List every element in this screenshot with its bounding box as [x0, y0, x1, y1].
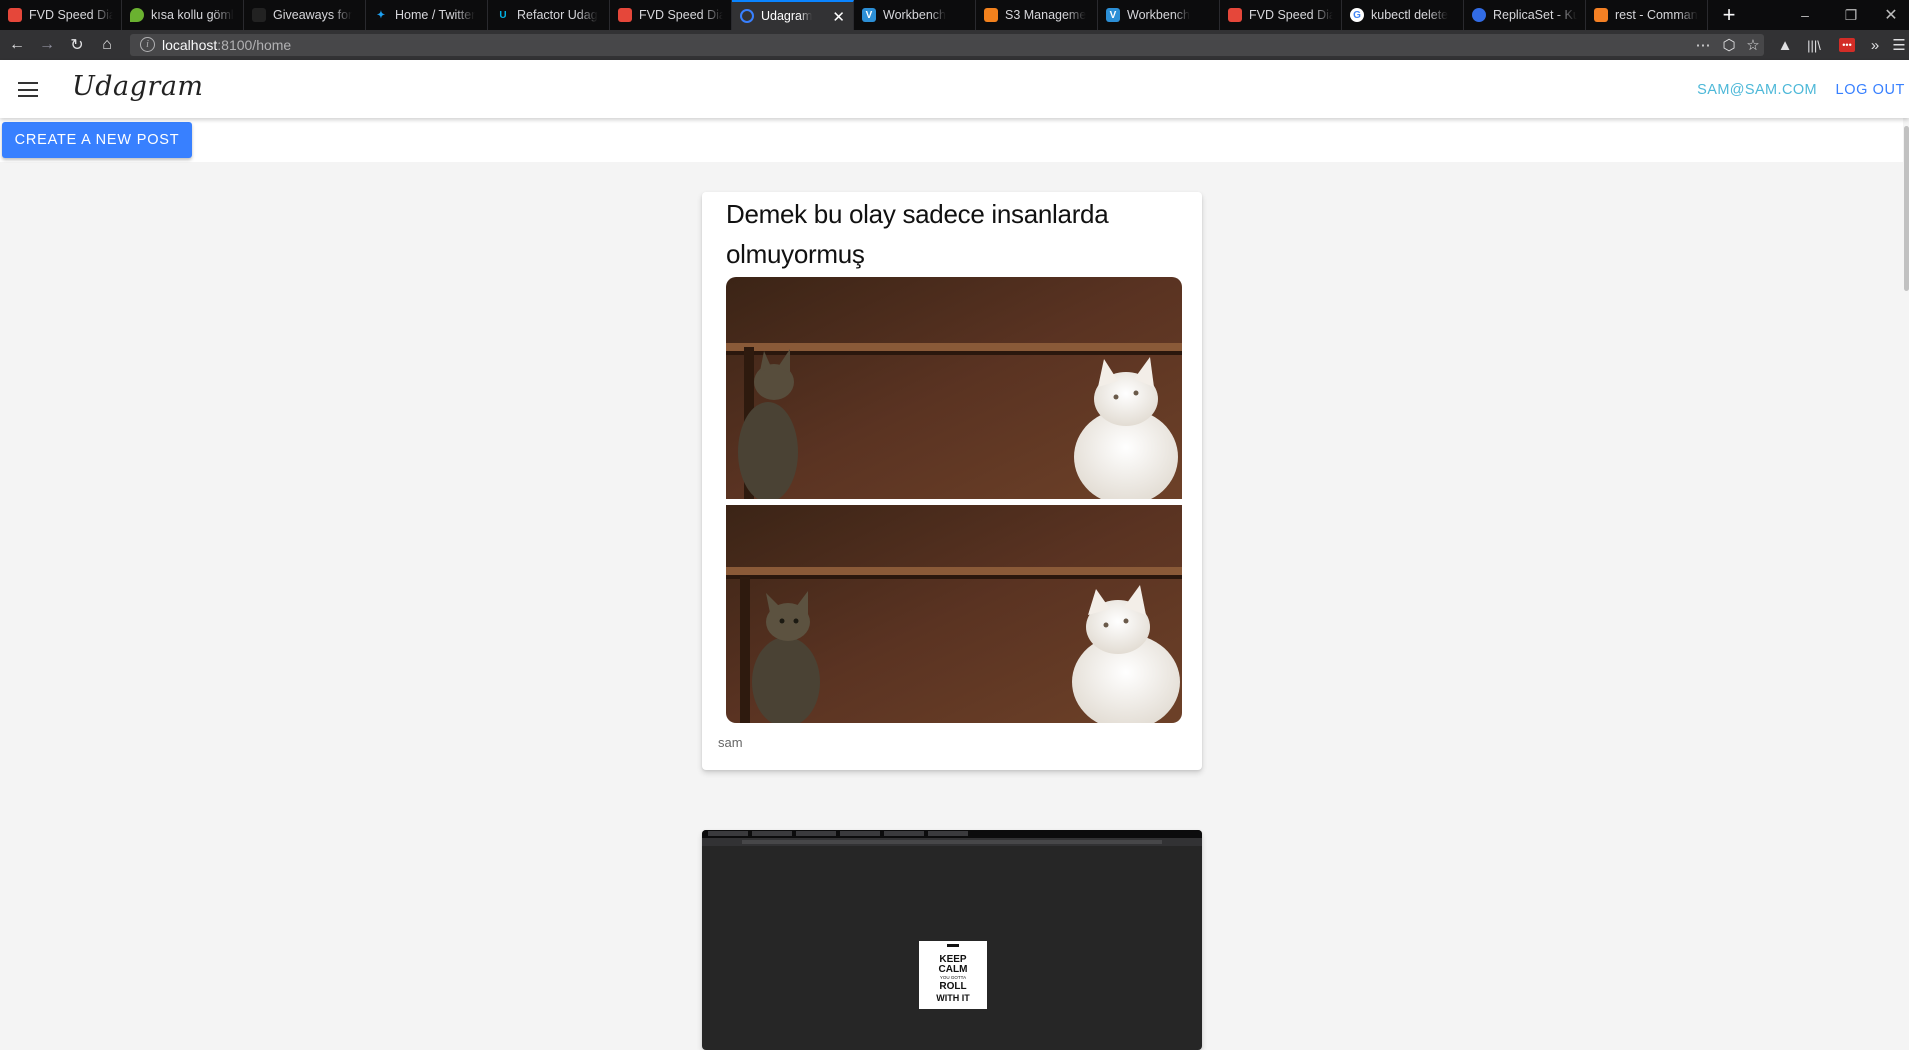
action-row: CREATE A NEW POST [0, 118, 1909, 162]
udacity-icon: U [499, 9, 507, 21]
browser-tab-label: FVD Speed Dial [1249, 8, 1333, 22]
browser-tab[interactable]: Gkubectl delete [1342, 0, 1464, 30]
create-post-button[interactable]: CREATE A NEW POST [2, 122, 192, 158]
post-card: Demek bu olay sadece insanlarda olmuyorm… [702, 192, 1202, 770]
more-actions-icon[interactable]: ⋯ [1690, 30, 1716, 60]
post-caption: Demek bu olay sadece insanlarda olmuyorm… [726, 199, 1109, 269]
browser-tab-label: Workbench [883, 8, 946, 22]
forward-icon[interactable]: → [32, 30, 62, 60]
new-tab-button[interactable]: + [1713, 0, 1745, 30]
browser-tab-label: rest - Comman [1615, 8, 1698, 22]
browser-tab-label: Refactor Udag [517, 8, 598, 22]
browser-tab[interactable]: V Workbench [854, 0, 976, 30]
browser-tab[interactable]: rest - Comman [1586, 0, 1708, 30]
url-host: localhost [162, 37, 218, 53]
poster-line-roll: ROLL [939, 981, 966, 992]
browser-tab[interactable]: Giveaways for [244, 0, 366, 30]
browser-tab-label: Udagram [761, 9, 813, 23]
url-path: :8100/home [217, 37, 292, 53]
user-email-link[interactable]: SAM@SAM.COM [1697, 82, 1817, 98]
reload-icon[interactable]: ↻ [62, 30, 92, 60]
kubernetes-icon [1472, 8, 1486, 22]
browser-tab[interactable]: FVD Speed Dial [1220, 0, 1342, 30]
logout-button[interactable]: LOG OUT [1836, 82, 1905, 98]
poster-line-you-gotta: YOU GOTTA [940, 975, 966, 980]
square-icon [252, 8, 266, 22]
app-header: Udagram SAM@SAM.COM LOG OUT [0, 60, 1909, 118]
address-bar[interactable]: i localhost:8100/home [130, 34, 1764, 56]
pocket-icon[interactable]: ⬡ [1716, 30, 1742, 60]
browser-tab[interactable]: S3 Manageme [976, 0, 1098, 30]
stackoverflow-icon [1594, 8, 1608, 22]
browser-tab-label: kubectl delete [1371, 8, 1449, 22]
twitter-icon: ✦ [376, 9, 386, 21]
browser-tab[interactable]: V Workbench [1098, 0, 1220, 30]
app-title: Udagram [72, 71, 204, 102]
hamburger-menu-icon[interactable]: ☰ [1886, 30, 1909, 60]
browser-tab[interactable]: FVD Speed Dial [0, 0, 122, 30]
home-icon[interactable]: ⌂ [92, 30, 122, 60]
back-icon[interactable]: ← [2, 30, 32, 60]
browser-tab[interactable]: kısa kollu göml [122, 0, 244, 30]
fvd-speed-dial-icon [1228, 8, 1242, 22]
aws-icon [984, 8, 998, 22]
browser-tab[interactable]: ✦ Home / Twitter [366, 0, 488, 30]
browser-tab-label: Giveaways for [273, 8, 353, 22]
lastpass-icon[interactable]: ••• [1834, 30, 1860, 60]
v-icon: V [1106, 8, 1120, 22]
close-window-button[interactable]: ✕ [1868, 0, 1909, 30]
drop-icon [130, 8, 144, 22]
close-tab-icon[interactable]: ✕ [832, 8, 845, 26]
post-image [726, 277, 1182, 723]
browser-tab[interactable]: Udagram ✕ [732, 0, 854, 30]
browser-tab-label: S3 Manageme [1005, 8, 1087, 22]
extension-icon[interactable]: ▲ [1772, 30, 1798, 60]
ionic-icon [740, 9, 754, 23]
google-icon: G [1350, 8, 1364, 22]
post-author: sam [718, 735, 743, 750]
browser-tab-label: kısa kollu göml [151, 8, 234, 22]
post-card: KEEP CALM YOU GOTTA ROLL WITH IT [702, 830, 1202, 1050]
browser-tab[interactable]: ReplicaSet - Ku [1464, 0, 1586, 30]
browser-tab-label: ReplicaSet - Ku [1493, 8, 1577, 22]
menu-icon[interactable] [18, 82, 38, 97]
browser-tab[interactable]: FVD Speed Dial [610, 0, 732, 30]
scrollbar-thumb[interactable] [1904, 126, 1909, 291]
browser-tab-strip: FVD Speed Dial kısa kollu göml Giveaways f… [0, 0, 1909, 30]
poster-crown-icon [947, 944, 959, 947]
two-cats-image [726, 277, 1182, 723]
browser-tab-label: FVD Speed Dial [639, 8, 723, 22]
poster-line-calm: CALM [939, 964, 968, 975]
screenshot-post-image: KEEP CALM YOU GOTTA ROLL WITH IT [702, 830, 1202, 1009]
bookmark-star-icon[interactable]: ☆ [1740, 30, 1766, 60]
minimize-button[interactable]: – [1782, 0, 1828, 30]
info-icon[interactable]: i [140, 37, 155, 52]
v-icon: V [862, 8, 876, 22]
fvd-speed-dial-icon [8, 8, 22, 22]
fvd-speed-dial-icon [618, 8, 632, 22]
browser-tab[interactable]: U Refactor Udag [488, 0, 610, 30]
poster-line-with-it: WITH IT [936, 993, 970, 1003]
browser-tab-label: Home / Twitter [395, 8, 476, 22]
library-icon[interactable]: |||\ [1801, 30, 1827, 60]
browser-tab-label: FVD Speed Dial [29, 8, 113, 22]
browser-tab-label: Workbench [1127, 8, 1190, 22]
overflow-chevron-icon[interactable]: » [1862, 30, 1888, 60]
